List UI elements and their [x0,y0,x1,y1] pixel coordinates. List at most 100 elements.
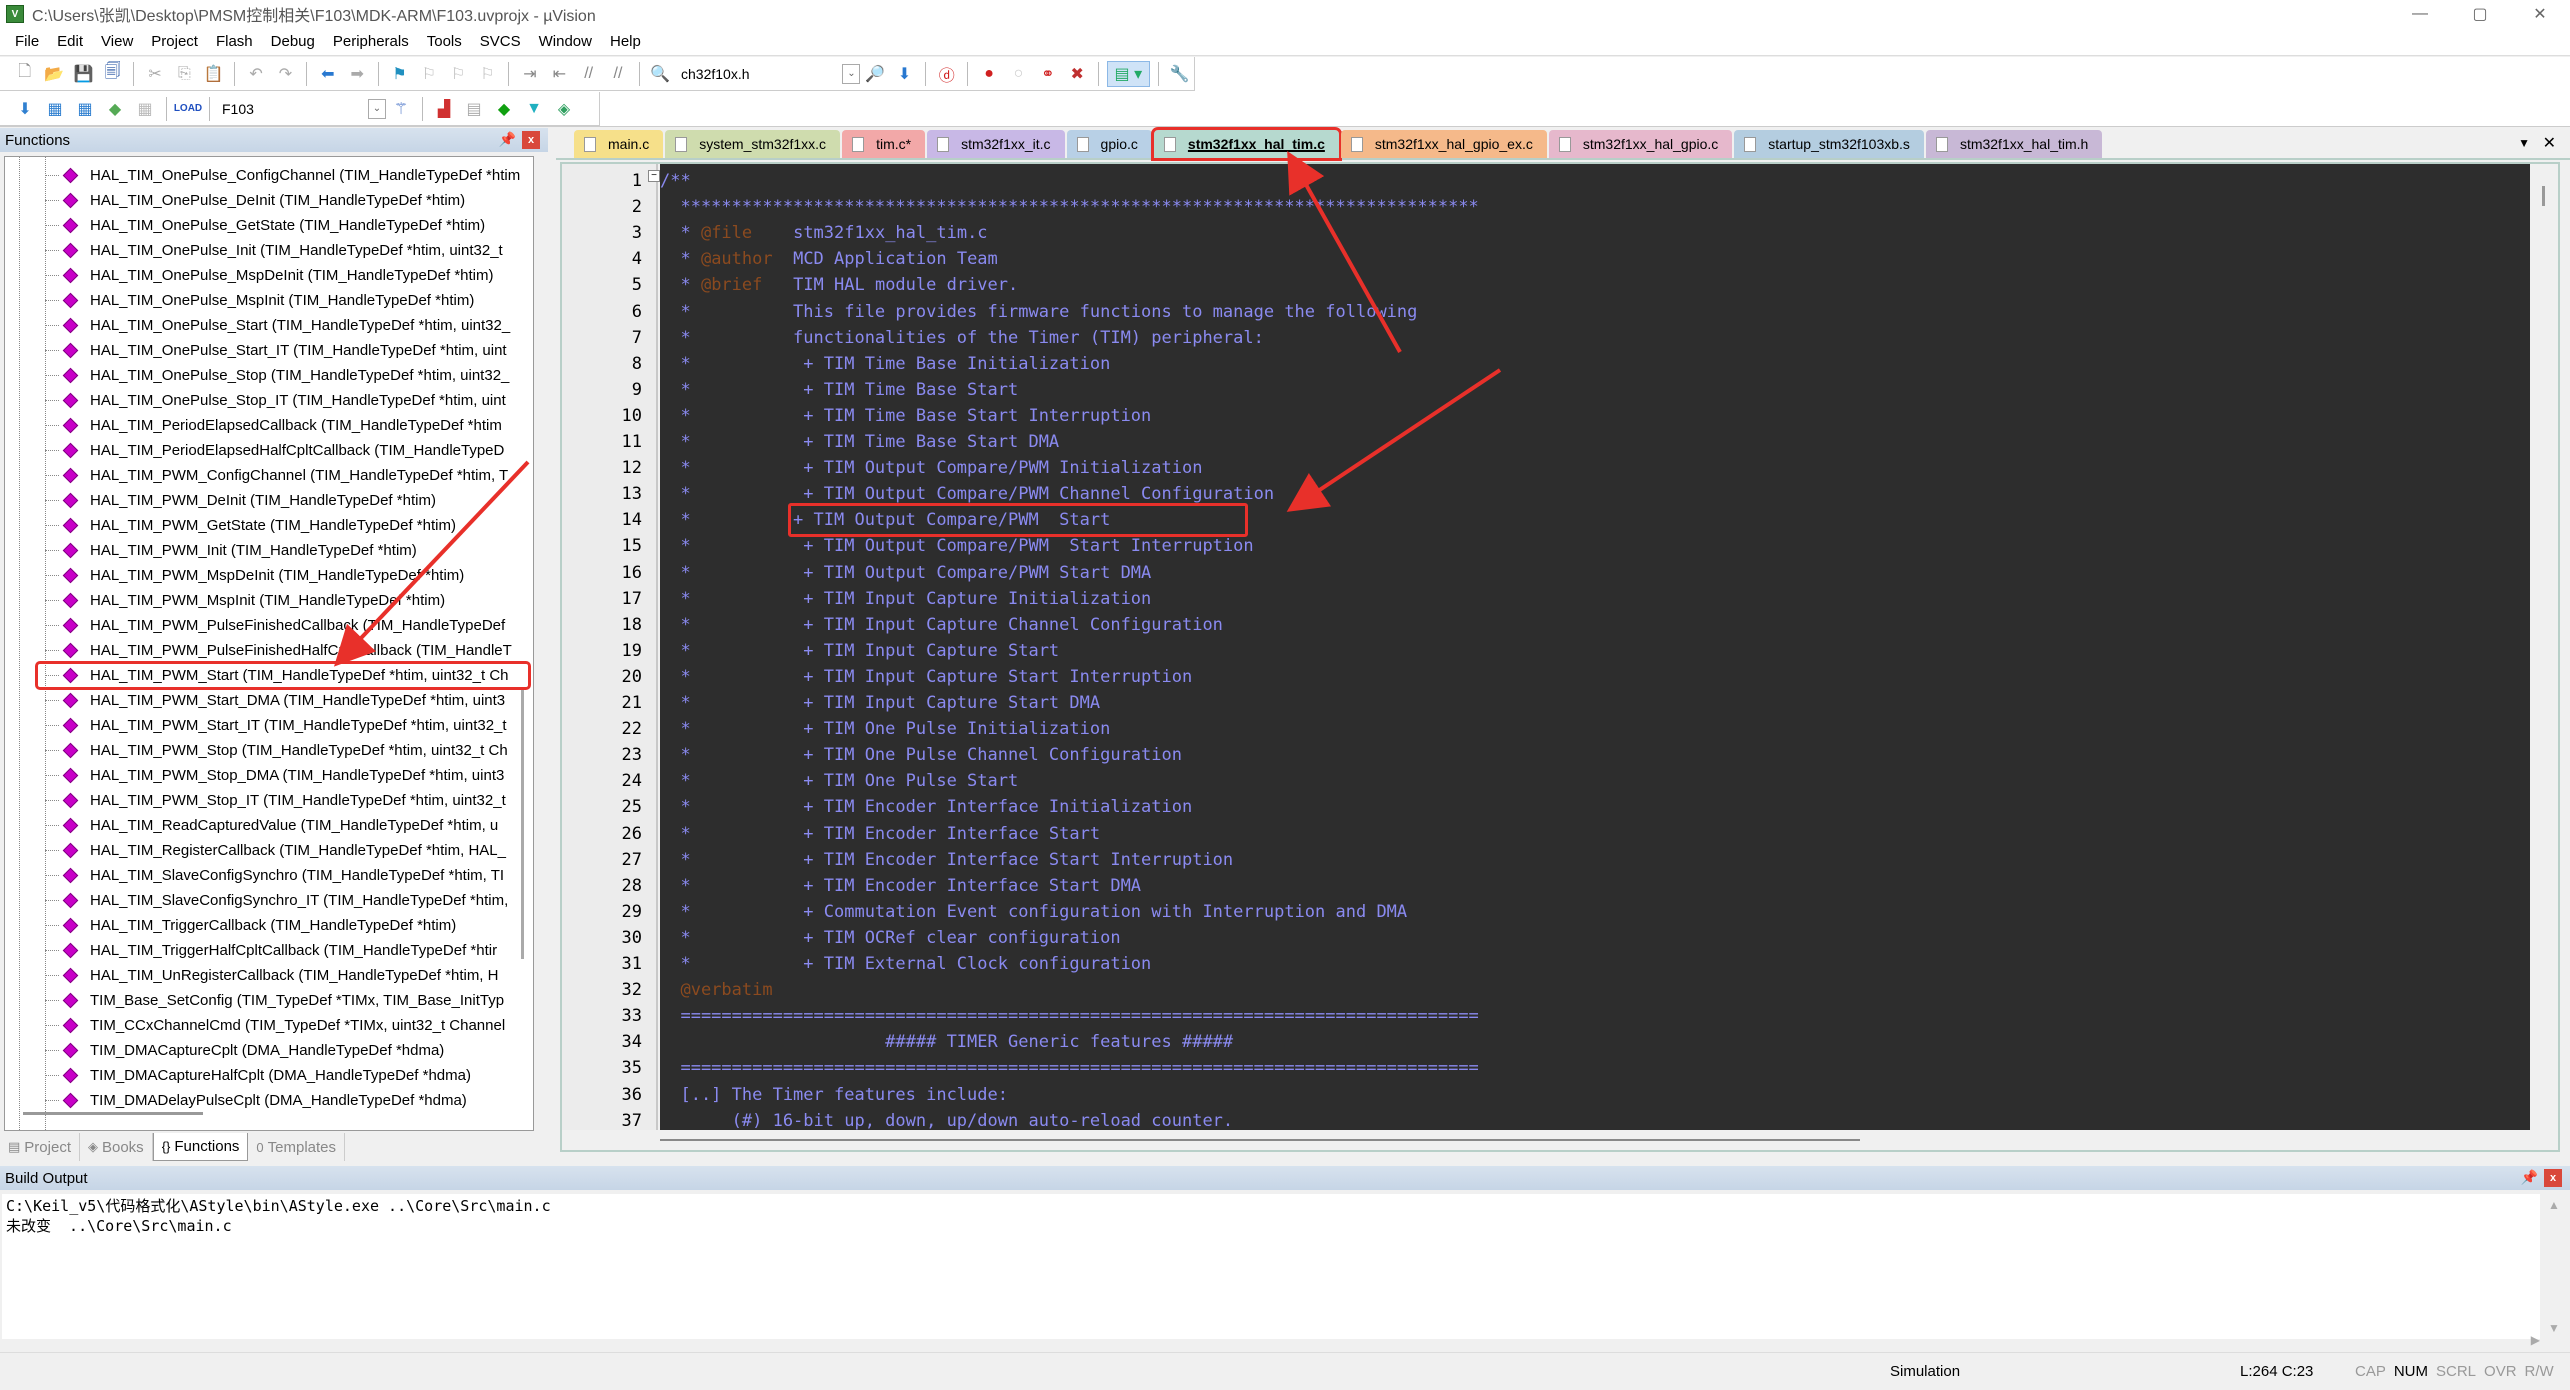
function-list-item[interactable]: HAL_TIM_OnePulse_GetState (TIM_HandleTyp… [45,213,533,238]
batch-build-icon[interactable]: ◆ [102,96,128,122]
function-list-item[interactable]: HAL_TIM_PWM_ConfigChannel (TIM_HandleTyp… [45,463,533,488]
menu-peripherals[interactable]: Peripherals [324,33,418,50]
function-list-item[interactable]: TIM_CCxChannelCmd (TIM_TypeDef *TIMx, ui… [45,1013,533,1038]
function-list-item[interactable]: HAL_TIM_OnePulse_Init (TIM_HandleTypeDef… [45,238,533,263]
function-list-item[interactable]: HAL_TIM_PeriodElapsedCallback (TIM_Handl… [45,413,533,438]
navigate-forward-icon[interactable]: ➡ [345,61,370,87]
menu-debug[interactable]: Debug [262,33,324,50]
stop-build-icon[interactable]: ▦ [132,96,158,122]
function-list-item[interactable]: HAL_TIM_PWM_Start (TIM_HandleTypeDef *ht… [35,661,531,690]
close-panel-icon[interactable]: x [2544,1169,2562,1187]
file-tab[interactable]: stm32f1xx_hal_tim.c [1150,127,1342,161]
target-options-icon[interactable]: ⚚ [388,96,414,122]
code-text-area[interactable]: /** ************************************… [660,164,2530,1130]
function-list-item[interactable]: HAL_TIM_PWM_PulseFinishedCallback (TIM_H… [45,613,533,638]
incremental-find-icon[interactable]: ⬇ [892,61,917,87]
find-icon[interactable]: 🔎 [862,61,887,87]
bookmark-icon[interactable]: ⚑ [387,61,412,87]
function-list-item[interactable]: TIM_DMACaptureHalfCplt (DMA_HandleTypeDe… [45,1063,533,1088]
chevron-down-icon[interactable]: ⌄ [842,63,861,84]
function-list-item[interactable]: HAL_TIM_PWM_DeInit (TIM_HandleTypeDef *h… [45,488,533,513]
scroll-up-icon[interactable]: ▲ [2548,1198,2560,1212]
configure-icon[interactable]: 🔧 [1167,61,1192,87]
scroll-down-icon[interactable]: ▼ [2548,1321,2560,1335]
next-bookmark-icon[interactable]: ⚐ [446,61,471,87]
menu-view[interactable]: View [92,33,142,50]
disable-breakpoints-icon[interactable]: ⚭ [1035,61,1060,87]
function-list-item[interactable]: HAL_TIM_OnePulse_MspDeInit (TIM_HandleTy… [45,263,533,288]
enable-breakpoint-icon[interactable]: ○ [1006,61,1031,87]
pin-icon[interactable]: 📌 [2521,1169,2538,1186]
function-list-item[interactable]: TIM_DMADelayPulseCplt (DMA_HandleTypeDef… [45,1088,533,1113]
function-list-item[interactable]: HAL_TIM_PWM_PulseFinishedHalfCpltCallbac… [45,638,533,663]
function-list-item[interactable]: HAL_TIM_UnRegisterCallback (TIM_HandleTy… [45,963,533,988]
function-list-item[interactable]: HAL_TIM_RegisterCallback (TIM_HandleType… [45,838,533,863]
file-tab[interactable]: stm32f1xx_hal_gpio_ex.c [1340,130,1547,158]
select-packs-icon[interactable]: ▤ [461,96,487,122]
function-list-item[interactable]: HAL_TIM_OnePulse_Stop_IT (TIM_HandleType… [45,388,533,413]
manage-rte-icon[interactable]: ◆ [491,96,517,122]
new-file-icon[interactable]: 🗋 [12,61,37,87]
function-list-item[interactable]: HAL_TIM_PWM_Start_DMA (TIM_HandleTypeDef… [45,688,533,713]
indent-icon[interactable]: ⇥ [517,61,542,87]
panel-tab-project[interactable]: ▤ Project [0,1133,80,1161]
pin-icon[interactable]: 📌 [499,131,516,148]
code-horizontal-scrollbar[interactable] [660,1130,2530,1150]
maximize-button[interactable]: ▢ [2450,0,2510,28]
file-tab[interactable]: tim.c* [842,130,926,158]
menu-flash[interactable]: Flash [207,33,262,50]
function-list-item[interactable]: HAL_TIM_PWM_Stop_DMA (TIM_HandleTypeDef … [45,763,533,788]
save-all-icon[interactable]: 🗐 [100,61,125,87]
translate-icon[interactable]: ⬇ [12,96,38,122]
file-tab[interactable]: main.c [574,130,664,158]
target-combo[interactable]: F103 ⌄ [216,97,386,121]
function-list-item[interactable]: HAL_TIM_OnePulse_Start_IT (TIM_HandleTyp… [45,338,533,363]
copy-icon[interactable]: ⎘ [172,61,197,87]
file-tab[interactable]: stm32f1xx_it.c [927,130,1065,158]
function-list-item[interactable]: TIM_DMACaptureCplt (DMA_HandleTypeDef *h… [45,1038,533,1063]
window-layout-icon[interactable]: ▤ ▾ [1106,60,1150,87]
file-tab[interactable]: stm32f1xx_hal_tim.h [1925,130,2103,158]
close-tab-icon[interactable]: ✕ [2543,133,2556,153]
menu-edit[interactable]: Edit [48,33,92,50]
function-list-item[interactable]: HAL_TIM_PWM_MspInit (TIM_HandleTypeDef *… [45,588,533,613]
function-list-item[interactable]: HAL_TIM_OnePulse_Start (TIM_HandleTypeDe… [45,313,533,338]
pack-installer-icon[interactable]: ▼ [521,96,547,122]
scroll-right-icon[interactable]: ▶ [2531,1333,2540,1347]
menu-help[interactable]: Help [601,33,650,50]
function-list-item[interactable]: HAL_TIM_OnePulse_ConfigChannel (TIM_Hand… [45,163,533,188]
close-panel-icon[interactable]: x [522,131,540,149]
function-list-item[interactable]: HAL_TIM_SlaveConfigSynchro_IT (TIM_Handl… [45,888,533,913]
function-list-item[interactable]: TIM_Base_SetConfig (TIM_TypeDef *TIMx, T… [45,988,533,1013]
function-list-item[interactable]: HAL_TIM_PWM_Start_IT (TIM_HandleTypeDef … [45,713,533,738]
prev-bookmark-icon[interactable]: ⚐ [416,61,441,87]
function-list-item[interactable]: HAL_TIM_PWM_Stop (TIM_HandleTypeDef *hti… [45,738,533,763]
find-combo[interactable]: ch32f10x.h ⌄ [675,62,861,86]
menu-project[interactable]: Project [142,33,207,50]
function-list-item[interactable]: HAL_TIM_OnePulse_MspInit (TIM_HandleType… [45,288,533,313]
cut-icon[interactable]: ✂ [142,61,167,87]
manage-project-items-icon[interactable]: ▟ [431,96,457,122]
file-tab[interactable]: gpio.c [1066,130,1152,158]
comment-icon[interactable]: // [576,61,601,87]
function-list-item[interactable]: HAL_TIM_TriggerCallback (TIM_HandleTypeD… [45,913,533,938]
uncomment-icon[interactable]: // [605,61,630,87]
scrollbar-thumb[interactable] [660,1139,1860,1141]
code-vertical-scrollbar[interactable] [2530,164,2558,1130]
kill-breakpoints-icon[interactable]: ✖ [1065,61,1090,87]
menu-tools[interactable]: Tools [418,33,471,50]
build-icon[interactable]: ▦ [42,96,68,122]
function-list-item[interactable]: HAL_TIM_OnePulse_DeInit (TIM_HandleTypeD… [45,188,533,213]
insert-breakpoint-icon[interactable]: ● [976,61,1001,87]
function-list-item[interactable]: HAL_TIM_SlaveConfigSynchro (TIM_HandleTy… [45,863,533,888]
menu-file[interactable]: File [6,33,48,50]
unindent-icon[interactable]: ⇤ [547,61,572,87]
open-file-icon[interactable]: 📂 [41,61,66,87]
minimize-button[interactable]: — [2390,0,2450,28]
menu-window[interactable]: Window [530,33,601,50]
download-load-icon[interactable]: LOAD [174,96,202,122]
clear-bookmarks-icon[interactable]: ⚐ [475,61,500,87]
panel-tab-templates[interactable]: 0 Templates [248,1133,346,1161]
function-list-item[interactable]: HAL_TIM_PWM_GetState (TIM_HandleTypeDef … [45,513,533,538]
undo-icon[interactable]: ↶ [243,61,268,87]
